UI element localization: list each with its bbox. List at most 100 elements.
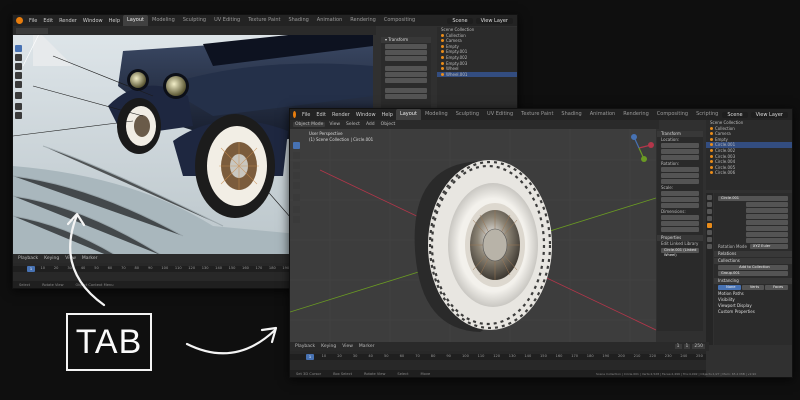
output-tab-icon[interactable] [707, 209, 712, 214]
marker-menu[interactable]: Marker [357, 344, 377, 349]
tab-compositing[interactable]: Compositing [653, 109, 692, 120]
measure-tool-icon[interactable] [293, 216, 300, 223]
tab-compositing[interactable]: Compositing [380, 15, 419, 26]
tab-modeling[interactable]: Modeling [148, 15, 179, 26]
loc-x-field[interactable] [661, 143, 699, 148]
menu-file[interactable]: File [26, 18, 40, 24]
tab-layout[interactable]: Layout [395, 109, 421, 120]
loc-y-field[interactable] [385, 50, 427, 55]
marker-menu[interactable]: Marker [80, 256, 100, 261]
rot-z-field[interactable] [385, 78, 427, 83]
linked-library-button[interactable]: Circle.001 (Linked Wheel) [661, 248, 699, 257]
measure-tool-icon[interactable] [15, 112, 22, 119]
scale-tool-icon[interactable] [293, 182, 300, 189]
cursor-tool-icon[interactable] [293, 152, 300, 159]
front-3d-viewport[interactable] [290, 120, 656, 342]
blender-logo-icon[interactable] [16, 17, 23, 24]
instancing-none[interactable]: None [718, 285, 741, 290]
scene-selector[interactable]: Scene [447, 17, 473, 24]
view-layer-selector[interactable]: View Layer [750, 111, 788, 118]
rotate-tool-icon[interactable] [293, 172, 300, 179]
dim-x-field[interactable] [661, 215, 699, 220]
scale-x-field[interactable] [385, 88, 427, 93]
object-tab-icon[interactable] [707, 223, 712, 228]
cursor-tool-icon[interactable] [15, 54, 22, 61]
scene-tab-icon[interactable] [707, 216, 712, 221]
scale-x-prop[interactable] [746, 232, 788, 237]
tab-animation[interactable]: Animation [313, 15, 347, 26]
custom-properties-panel[interactable]: Custom Properties [714, 309, 792, 315]
tab-texture-paint[interactable]: Texture Paint [517, 109, 557, 120]
instancing-verts[interactable]: Verts [741, 285, 765, 290]
transform-tool-icon[interactable] [293, 194, 300, 201]
menu-render[interactable]: Render [329, 112, 353, 118]
collection-name-field[interactable]: Group.001 [718, 271, 788, 276]
mode-selector[interactable] [16, 27, 48, 34]
wheel-model[interactable] [414, 160, 552, 332]
constraints-tab-icon[interactable] [707, 244, 712, 249]
view-layer-selector[interactable]: View Layer [475, 17, 513, 24]
object-menu[interactable]: Object [379, 122, 398, 127]
tab-shading[interactable]: Shading [557, 109, 585, 120]
loc-z-field[interactable] [661, 155, 699, 160]
front-frame-ruler[interactable]: 0102030405060708090100110120130140150160… [290, 354, 706, 360]
rot-z-field[interactable] [661, 179, 699, 184]
tab-shading[interactable]: Shading [284, 15, 312, 26]
rotation-mode-dropdown[interactable]: XYZ Euler [749, 244, 788, 249]
loc-x-prop[interactable] [746, 202, 788, 207]
dim-z-field[interactable] [661, 227, 699, 232]
tab-uv-editing[interactable]: UV Editing [210, 15, 244, 26]
loc-z-field[interactable] [385, 56, 427, 61]
loc-y-field[interactable] [661, 149, 699, 154]
menu-help[interactable]: Help [106, 18, 123, 24]
playback-menu[interactable]: Playback [293, 344, 317, 349]
scale-z-field[interactable] [661, 203, 699, 208]
view-menu[interactable]: View [63, 256, 78, 261]
scale-y-field[interactable] [661, 197, 699, 202]
loc-x-field[interactable] [385, 44, 427, 49]
back-playhead[interactable]: 1 [27, 266, 35, 272]
menu-help[interactable]: Help [379, 112, 396, 118]
rotate-tool-icon[interactable] [15, 72, 22, 79]
rot-y-field[interactable] [385, 72, 427, 77]
tab-animation[interactable]: Animation [586, 109, 620, 120]
move-tool-icon[interactable] [15, 63, 22, 70]
tab-layout[interactable]: Layout [123, 15, 148, 26]
scale-tool-icon[interactable] [15, 81, 22, 88]
annotate-tool-icon[interactable] [293, 206, 300, 213]
playback-menu[interactable]: Playback [16, 256, 40, 261]
rot-x-field[interactable] [385, 66, 427, 71]
modifier-tab-icon[interactable] [707, 230, 712, 235]
move-tool-icon[interactable] [293, 162, 300, 169]
physics-tab-icon[interactable] [707, 237, 712, 242]
menu-window[interactable]: Window [353, 112, 379, 118]
tab-sculpting[interactable]: Sculpting [452, 109, 483, 120]
menu-edit[interactable]: Edit [40, 18, 56, 24]
tab-uv-editing[interactable]: UV Editing [483, 109, 517, 120]
view-menu[interactable]: View [327, 122, 342, 127]
annotate-tool-icon[interactable] [15, 103, 22, 110]
tab-rendering[interactable]: Rendering [346, 15, 380, 26]
tab-rendering[interactable]: Rendering [619, 109, 653, 120]
keying-menu[interactable]: Keying [42, 256, 61, 261]
rot-x-prop[interactable] [746, 214, 788, 219]
rot-y-prop[interactable] [746, 220, 788, 225]
relations-panel[interactable]: Relations [714, 251, 792, 257]
menu-window[interactable]: Window [80, 18, 106, 24]
select-tool-icon[interactable] [15, 45, 22, 52]
front-playhead[interactable]: 1 [306, 354, 314, 360]
outliner-row[interactable]: Wheel.001 [437, 71, 517, 78]
object-mode-dropdown[interactable]: Object Mode [293, 122, 326, 127]
end-frame-field[interactable]: 250 [692, 344, 705, 349]
tab-sculpting[interactable]: Sculpting [179, 15, 210, 26]
scale-y-field[interactable] [385, 94, 427, 99]
tab-texture-paint[interactable]: Texture Paint [244, 15, 284, 26]
menu-edit[interactable]: Edit [313, 112, 329, 118]
transform-tool-icon[interactable] [15, 92, 22, 99]
start-frame-field[interactable]: 1 [683, 344, 691, 349]
menu-render[interactable]: Render [56, 18, 80, 24]
current-frame-field[interactable]: 1 [674, 344, 682, 349]
dim-y-field[interactable] [661, 221, 699, 226]
menu-file[interactable]: File [299, 112, 313, 118]
rot-y-field[interactable] [661, 173, 699, 178]
